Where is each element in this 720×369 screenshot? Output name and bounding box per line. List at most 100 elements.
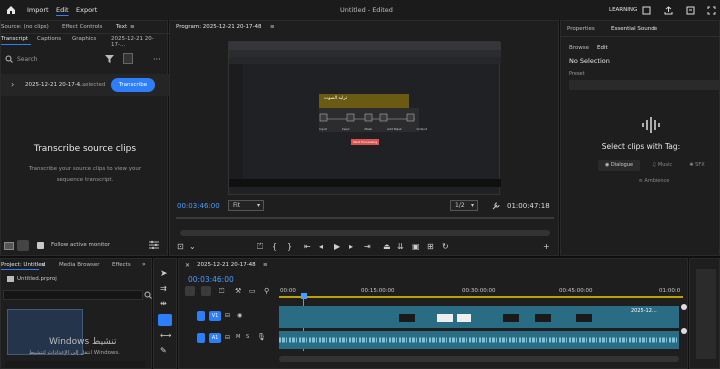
video-clip[interactable]: 2025-12... <box>279 306 679 328</box>
linked-selection-icon[interactable] <box>201 286 211 296</box>
playhead[interactable] <box>301 293 307 299</box>
wrench-icon[interactable] <box>492 202 500 212</box>
mark-in-icon[interactable]: { <box>272 242 277 252</box>
pin-icon[interactable]: ⚲ <box>264 287 269 295</box>
audio-clip[interactable] <box>279 331 679 349</box>
fullscreen-icon[interactable] <box>686 0 695 20</box>
sequence-tab[interactable]: 2025-12-21 20-17-48 <box>197 262 256 268</box>
go-to-out-icon[interactable]: ⇥ <box>364 242 371 252</box>
tag-music-button[interactable]: ♫ Music <box>645 160 679 171</box>
extract-icon[interactable]: ⇊ <box>397 242 404 252</box>
workspace-label[interactable]: LEARNING <box>609 0 637 20</box>
tag-sfx-button[interactable]: ✺ SFX <box>683 160 711 171</box>
mark-out-icon[interactable]: } <box>287 242 292 252</box>
track-label-v1[interactable]: V1 <box>209 311 221 321</box>
camera-icon[interactable]: ▣ <box>412 242 420 252</box>
microphone-icon[interactable]: 🎙 <box>257 333 266 341</box>
track-target-a1[interactable] <box>197 333 205 343</box>
timeline-ruler[interactable]: 00:00 00:15:00:00 00:30:00:00 00:45:00:0… <box>279 285 683 299</box>
program-menu-icon[interactable]: ≡ <box>270 24 275 30</box>
tab-edit[interactable]: Edit <box>597 45 608 51</box>
pen-tool-icon[interactable]: ✎ <box>160 346 167 355</box>
snap-icon[interactable] <box>185 286 195 296</box>
program-timecode[interactable]: 00:03:46:00 <box>177 202 220 210</box>
tag-ambience-button[interactable]: ≋ Ambience <box>631 176 677 187</box>
tab-effects[interactable]: Effects <box>112 262 131 268</box>
timeline-timecode[interactable]: 00:03:46:00 <box>188 275 234 284</box>
captions-icon[interactable] <box>4 242 14 252</box>
sequence-menu-icon[interactable]: ≡ <box>263 262 268 268</box>
work-area-bar[interactable] <box>279 296 683 298</box>
search-input[interactable]: Search <box>17 56 38 63</box>
transcribe-button[interactable]: Transcribe <box>111 78 155 92</box>
tab-clip[interactable]: 2025-12-21 20-17-... <box>111 36 167 48</box>
scroll-handle-icon[interactable] <box>681 304 687 310</box>
zoom-scrollbar[interactable] <box>180 230 550 236</box>
transcript-view-icon[interactable] <box>17 240 29 251</box>
panel-options-icon[interactable] <box>123 53 133 64</box>
media-thumbnail[interactable] <box>7 309 83 355</box>
loop-icon[interactable]: ↻ <box>442 242 449 252</box>
tab-source[interactable]: Source: (no clips) <box>1 24 49 30</box>
filter-icon[interactable] <box>105 54 114 65</box>
tab-essential-sound[interactable]: Essential Sound <box>611 26 655 32</box>
selection-tool-icon[interactable]: ➤ <box>160 269 168 279</box>
preset-dropdown[interactable] <box>569 80 720 90</box>
sync-lock-icon[interactable]: ⊟ <box>225 334 230 341</box>
settings-sliders-icon[interactable] <box>149 240 159 251</box>
search-icon[interactable] <box>144 291 152 301</box>
track-height-controls[interactable] <box>681 304 687 354</box>
resolution-dropdown[interactable]: 1/2 ▾ <box>450 200 478 211</box>
share-icon[interactable] <box>664 0 673 20</box>
tab-text[interactable]: Text <box>116 24 127 30</box>
panel-menu-icon[interactable]: ≡ <box>41 262 46 268</box>
tab-transcript[interactable]: Transcript <box>1 36 28 42</box>
menu-edit[interactable]: Edit <box>56 0 69 20</box>
razor-tool-icon[interactable] <box>158 314 172 326</box>
quick-export-icon[interactable] <box>642 0 651 20</box>
tag-dialogue-button[interactable]: ◉ Dialogue <box>598 160 640 171</box>
tab-project[interactable]: Project: Untitled <box>1 262 45 268</box>
video-frame[interactable]: ترايد الصوت Input Input Mask Add Mask Ou… <box>228 41 501 195</box>
eye-icon[interactable]: ◉ <box>237 312 242 319</box>
tab-menu-icon[interactable]: ≡ <box>130 24 135 30</box>
timeline-scrollbar[interactable] <box>279 356 679 362</box>
step-forward-icon[interactable]: ▸ <box>349 242 353 252</box>
step-back-icon[interactable]: ◂ <box>319 242 323 252</box>
chevron-down-icon[interactable]: ⌄ <box>189 242 196 252</box>
workspace-expand-icon[interactable] <box>707 0 716 20</box>
mute-icon[interactable]: M <box>236 334 240 340</box>
close-icon[interactable]: ✕ <box>185 262 190 269</box>
comparison-icon[interactable]: ⊞ <box>427 242 434 252</box>
lift-icon[interactable]: ⏏ <box>383 242 391 252</box>
overflow-icon[interactable]: » <box>142 261 146 268</box>
project-search-input[interactable] <box>3 290 143 300</box>
tab-media-browser[interactable]: Media Browser <box>59 262 100 268</box>
add-marker-icon[interactable]: ⏍ <box>257 242 263 252</box>
tab-properties[interactable]: Properties <box>567 26 595 32</box>
export-frame-icon[interactable]: ⊡ <box>177 242 184 252</box>
fit-dropdown[interactable]: Fit ▾ <box>228 200 264 211</box>
add-button-icon[interactable]: + <box>543 242 550 252</box>
scrub-bar[interactable] <box>176 217 554 219</box>
tab-browse[interactable]: Browse <box>569 45 589 51</box>
tab-effect-controls[interactable]: Effect Controls <box>62 24 102 30</box>
settings-wrench-icon[interactable]: ⚒ <box>235 287 241 295</box>
sync-lock-icon[interactable]: ⊟ <box>225 312 230 319</box>
solo-icon[interactable]: S <box>246 334 249 340</box>
slip-tool-icon[interactable]: ⟷ <box>160 331 171 340</box>
home-icon[interactable] <box>6 0 16 20</box>
go-to-in-icon[interactable]: ⇤ <box>304 242 311 252</box>
add-marker-icon[interactable]: ⏍ <box>219 287 224 296</box>
track-target-v1[interactable] <box>197 311 205 321</box>
captions-track-icon[interactable]: ▭ <box>249 287 256 295</box>
chevron-right-icon[interactable]: › <box>11 80 14 89</box>
tab-captions[interactable]: Captions <box>37 36 61 42</box>
play-icon[interactable]: ▶ <box>334 242 340 252</box>
menu-export[interactable]: Export <box>76 0 97 20</box>
tab-graphics[interactable]: Graphics <box>72 36 96 42</box>
track-select-icon[interactable]: ⇉ <box>160 284 167 293</box>
panel-menu-icon[interactable]: ≡ <box>653 26 658 32</box>
scroll-handle-icon[interactable] <box>681 328 687 334</box>
track-label-a1[interactable]: A1 <box>209 333 221 343</box>
